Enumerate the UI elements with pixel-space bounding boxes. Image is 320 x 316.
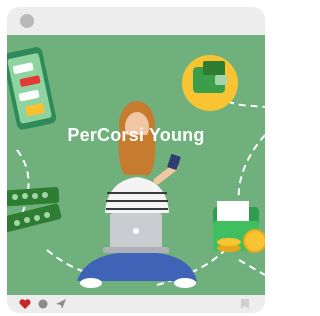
post-header [7, 7, 265, 35]
post-image: PerCorsi Young [7, 35, 265, 295]
heart-icon[interactable] [19, 298, 31, 310]
folder-coins-icon [213, 201, 265, 253]
send-icon[interactable] [55, 298, 67, 310]
avatar[interactable] [20, 14, 34, 28]
wallet-icon [182, 55, 238, 111]
post-card: PerCorsi Young [7, 7, 265, 313]
bookmark-icon[interactable] [239, 298, 251, 310]
comment-icon[interactable] [37, 298, 49, 310]
post-image-text: PerCorsi Young [67, 125, 205, 145]
post-illustration [7, 47, 265, 288]
phone-icon [7, 47, 57, 130]
coupon-icon [7, 186, 62, 232]
post-actions [7, 295, 265, 313]
